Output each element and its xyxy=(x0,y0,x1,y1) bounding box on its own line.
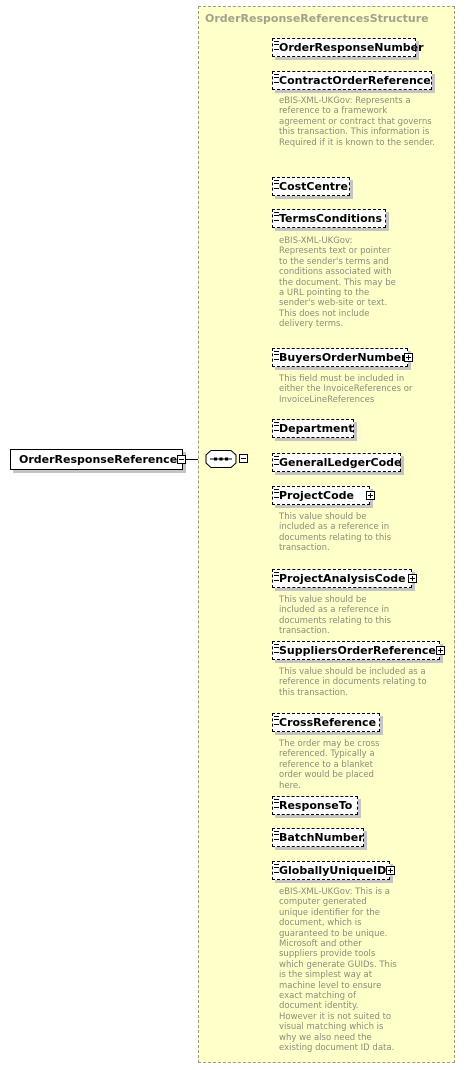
child-element-label: BuyersOrderNumber xyxy=(279,351,407,364)
child-element-label: SuppliersOrderReference xyxy=(279,644,436,657)
element-lines-icon xyxy=(274,864,279,873)
expand-icon[interactable] xyxy=(404,353,413,362)
child-element[interactable]: SuppliersOrderReference xyxy=(272,641,440,660)
expand-icon[interactable] xyxy=(436,646,445,655)
child-element[interactable]: ResponseTo xyxy=(272,796,358,815)
element-lines-icon xyxy=(274,351,279,360)
child-element-label: OrderResponseNumber xyxy=(279,41,424,54)
sequence-icon xyxy=(205,450,237,468)
child-element[interactable]: OrderResponseNumber xyxy=(272,38,424,57)
type-title: OrderResponseReferencesStructure xyxy=(205,12,429,25)
element-documentation: This field must be included in either th… xyxy=(279,374,413,405)
element-lines-icon xyxy=(274,212,279,221)
child-element[interactable]: ProjectCode xyxy=(272,486,370,505)
element-lines-icon xyxy=(274,422,279,431)
element-lines-icon xyxy=(274,799,279,808)
child-element[interactable]: CostCentre xyxy=(272,177,350,196)
element-documentation: eBIS-XML-UKGov: This is a computer gener… xyxy=(279,887,397,1054)
expand-icon[interactable] xyxy=(366,491,375,500)
child-element-label: GeneralLedgerCode xyxy=(279,456,402,469)
child-element-label: ProjectAnalysisCode xyxy=(279,572,406,585)
element-documentation: This value should be included as a refer… xyxy=(279,512,392,554)
element-lines-icon xyxy=(274,831,279,840)
child-element-label: ResponseTo xyxy=(279,799,353,812)
element-lines-icon xyxy=(274,180,279,189)
element-lines-icon xyxy=(274,41,279,50)
element-lines-icon xyxy=(274,74,279,83)
element-lines-icon xyxy=(274,489,279,498)
child-element-label: ProjectCode xyxy=(279,489,355,502)
collapse-icon[interactable] xyxy=(239,454,248,463)
child-element[interactable]: ContractOrderReference xyxy=(272,71,432,90)
child-element[interactable]: ProjectAnalysisCode xyxy=(272,569,412,588)
child-element-label: TermsConditions xyxy=(279,212,383,225)
child-element[interactable]: GloballyUniqueID xyxy=(272,861,390,880)
child-element-label: CostCentre xyxy=(279,180,348,193)
child-element-label: GloballyUniqueID xyxy=(279,864,387,877)
element-documentation: This value should be included as a refer… xyxy=(279,667,427,698)
child-element[interactable]: CrossReference xyxy=(272,713,380,732)
expand-icon[interactable] xyxy=(386,866,395,875)
collapse-icon[interactable] xyxy=(177,455,186,464)
root-element-label: OrderResponseReferences xyxy=(19,453,184,466)
child-element[interactable]: BatchNumber xyxy=(272,828,364,847)
element-documentation: The order may be cross referenced. Typic… xyxy=(279,739,380,791)
element-lines-icon xyxy=(274,716,279,725)
expand-icon[interactable] xyxy=(408,574,417,583)
sequence-compositor[interactable] xyxy=(205,450,241,468)
child-element-label: ContractOrderReference xyxy=(279,74,431,87)
child-element[interactable]: Department xyxy=(272,419,354,438)
root-element[interactable]: OrderResponseReferences xyxy=(10,449,186,470)
element-documentation: eBIS-XML-UKGov: Represents text or point… xyxy=(279,236,396,330)
element-documentation: eBIS-XML-UKGov: Represents a reference t… xyxy=(279,96,436,148)
child-element-label: CrossReference xyxy=(279,716,377,729)
child-element-label: Department xyxy=(279,422,354,435)
child-element[interactable]: TermsConditions xyxy=(272,209,386,228)
child-element[interactable]: BuyersOrderNumber xyxy=(272,348,408,367)
child-element-label: BatchNumber xyxy=(279,831,364,844)
element-lines-icon xyxy=(274,572,279,581)
element-lines-icon xyxy=(274,644,279,653)
child-element[interactable]: GeneralLedgerCode xyxy=(272,453,401,472)
element-lines-icon xyxy=(274,456,279,465)
element-documentation: This value should be included as a refer… xyxy=(279,595,392,637)
